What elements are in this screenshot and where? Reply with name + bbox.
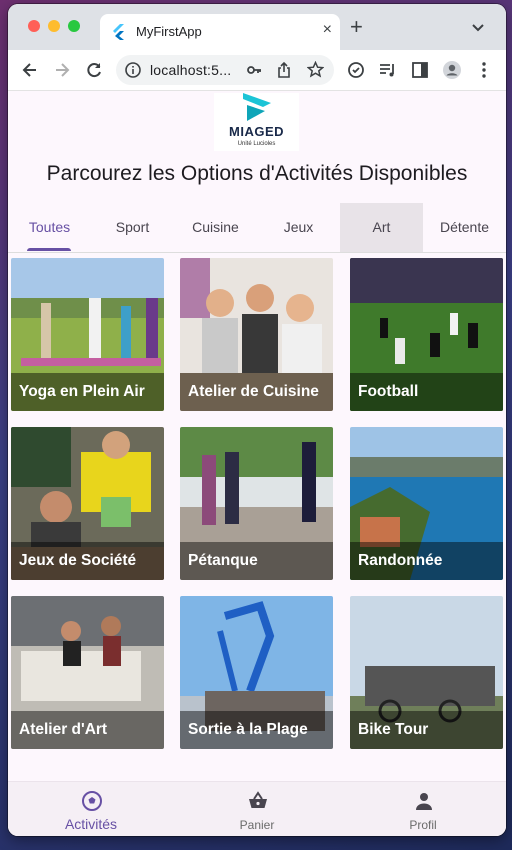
nav-label: Profil (409, 818, 437, 832)
soccer-ball-icon (82, 791, 102, 811)
back-arrow-icon[interactable] (20, 60, 40, 80)
tab-jeux[interactable]: Jeux (257, 203, 340, 252)
url-text: localhost:5... (150, 62, 232, 78)
address-bar[interactable]: localhost:5... (116, 55, 334, 85)
activity-card-yoga[interactable]: Yoga en Plein Air (11, 258, 164, 411)
activity-card-plage[interactable]: Sortie à la Plage (180, 596, 333, 749)
app-page: MIAGED Unité Lucioles Parcourez les Opti… (8, 91, 506, 836)
forward-arrow-icon[interactable] (52, 60, 72, 80)
activity-label: Football (358, 383, 419, 400)
tab-detente[interactable]: Détente (423, 203, 506, 252)
new-tab-button[interactable]: + (350, 16, 363, 38)
nav-panier[interactable]: Panier (174, 782, 340, 836)
key-icon[interactable] (246, 62, 262, 78)
bottom-navigation: Activités Panier Profil (8, 781, 506, 836)
zoom-window-button[interactable] (68, 20, 80, 32)
tab-cuisine[interactable]: Cuisine (174, 203, 257, 252)
close-tab-icon[interactable]: × (323, 21, 332, 39)
activity-label: Jeux de Société (19, 552, 137, 569)
desktop-background (0, 0, 8, 850)
tab-art[interactable]: Art (340, 203, 423, 252)
tab-toutes[interactable]: Toutes (8, 203, 91, 252)
logo-mark-icon (243, 93, 271, 121)
tab-search-chevron-icon[interactable] (470, 19, 486, 35)
profile-avatar-icon[interactable] (442, 60, 462, 80)
nav-profil[interactable]: Profil (340, 782, 506, 836)
media-controls-icon[interactable] (378, 60, 398, 80)
nav-label: Activités (64, 816, 118, 832)
activity-label: Pétanque (188, 552, 258, 569)
activity-card-atelier-art[interactable]: Atelier d'Art (11, 596, 164, 749)
activity-card-jeux-de-societe[interactable]: Jeux de Société (11, 427, 164, 580)
nav-label: Panier (239, 818, 275, 832)
extension-refresh-icon[interactable] (346, 60, 366, 80)
logo-title: MIAGED (229, 124, 284, 139)
active-tab-indicator (27, 248, 71, 251)
logo-subtitle: Unité Lucioles (237, 141, 276, 147)
minimize-window-button[interactable] (48, 20, 60, 32)
activity-label: Bike Tour (358, 721, 429, 738)
activity-card-cuisine[interactable]: Atelier de Cuisine (180, 258, 333, 411)
activity-card-randonnee[interactable]: Randonnée (350, 427, 503, 580)
browser-tab[interactable]: MyFirstApp × (100, 14, 340, 50)
reload-icon[interactable] (84, 60, 104, 80)
nav-activites[interactable]: Activités (8, 782, 174, 836)
activity-label: Yoga en Plein Air (19, 383, 145, 400)
activity-card-petanque[interactable]: Pétanque (180, 427, 333, 580)
basket-icon (249, 791, 267, 808)
share-icon[interactable] (276, 61, 292, 79)
person-icon (416, 793, 432, 810)
browser-tab-strip: MyFirstApp × + (8, 4, 506, 50)
flutter-icon (113, 24, 124, 40)
tab-title: MyFirstApp (136, 24, 202, 39)
activity-card-football[interactable]: Football (350, 258, 503, 411)
activity-label: Atelier d'Art (19, 721, 108, 738)
side-panel-icon[interactable] (410, 60, 430, 80)
close-window-button[interactable] (28, 20, 40, 32)
more-menu-icon[interactable] (474, 60, 494, 80)
page-title: Parcourez les Options d'Activités Dispon… (46, 162, 468, 185)
tab-sport[interactable]: Sport (91, 203, 174, 252)
activity-label: Atelier de Cuisine (188, 383, 319, 400)
miaged-logo: MIAGED Unité Lucioles (214, 93, 299, 151)
browser-toolbar: localhost:5... (8, 50, 506, 91)
bookmark-star-icon[interactable] (307, 61, 324, 78)
activity-label: Sortie à la Plage (188, 721, 308, 738)
category-tabs: Toutes Sport Cuisine Jeux Art Détente (8, 203, 506, 253)
activity-card-bike-tour[interactable]: Bike Tour (350, 596, 503, 749)
activity-label: Randonnée (358, 552, 443, 569)
browser-window: MyFirstApp × + localhost:5... MIAGED Uni… (8, 4, 506, 836)
site-info-icon[interactable] (124, 61, 142, 79)
